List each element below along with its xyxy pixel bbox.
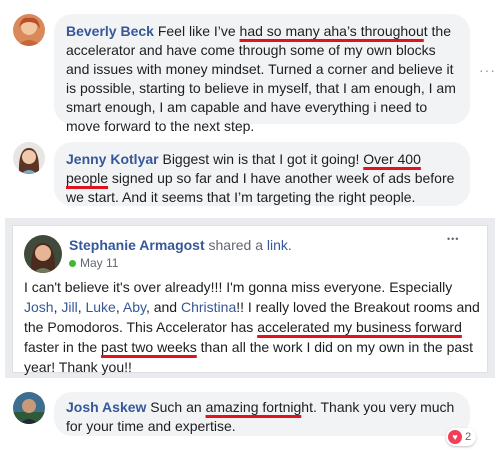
comment-bubble-josh: Josh Askew Such an amazing fortnight. Th… [54, 392, 470, 436]
comment-author-name[interactable]: Beverly Beck [66, 23, 154, 39]
avatar-josh-askew[interactable] [13, 392, 45, 424]
profile-photo-icon [24, 235, 62, 273]
shared-link[interactable]: link. [267, 237, 292, 253]
mention-christina[interactable]: Christina [181, 299, 236, 315]
reaction-badge[interactable]: ♥ 2 [446, 428, 477, 446]
post-body: I can't believe it's over already!!! I'm… [24, 279, 480, 375]
love-reaction-icon: ♥ [448, 430, 462, 444]
post-timestamp[interactable]: May 11 [69, 256, 118, 271]
comment-text: Josh Askew Such an amazing fortnight. Th… [66, 399, 455, 434]
mention-josh[interactable]: Josh [24, 299, 54, 315]
highlighted-text: accelerated my business forward [257, 319, 462, 335]
online-status-icon [69, 260, 76, 267]
mention-aby[interactable]: Aby [123, 299, 146, 315]
mention-luke[interactable]: Luke [85, 299, 115, 315]
comment-author-name[interactable]: Josh Askew [66, 399, 146, 415]
shared-post-card: Stephanie Armagost shared a link. May 11… [12, 225, 488, 375]
comment-bubble-jenny: Jenny Kotlyar Biggest win is that I got … [54, 142, 470, 206]
avatar-stephanie-armagost[interactable] [24, 235, 62, 273]
profile-photo-icon [13, 14, 45, 46]
comment-bubble-beverly: Beverly Beck Feel like I’ve had so many … [54, 14, 470, 134]
post-header: Stephanie Armagost shared a link. [69, 237, 292, 253]
post-author-name[interactable]: Stephanie Armagost [69, 237, 205, 253]
comment-author-name[interactable]: Jenny Kotlyar [66, 151, 159, 167]
comment-text: Jenny Kotlyar Biggest win is that I got … [66, 151, 455, 205]
profile-photo-icon [13, 142, 45, 174]
highlighted-text: had so many aha’s throughou [239, 23, 424, 39]
highlighted-text: amazing fortnig [205, 399, 302, 415]
comment-text: Beverly Beck Feel like I’ve had so many … [66, 23, 456, 134]
profile-photo-icon [13, 392, 45, 424]
mention-jill[interactable]: Jill [61, 299, 77, 315]
avatar-beverly-beck[interactable] [13, 14, 45, 46]
reaction-count: 2 [465, 431, 472, 443]
more-options-icon[interactable]: ··· [479, 62, 496, 78]
highlighted-text: past two weeks [101, 339, 197, 355]
post-more-options-icon[interactable]: ••• [447, 234, 459, 244]
avatar-jenny-kotlyar[interactable] [13, 142, 45, 174]
